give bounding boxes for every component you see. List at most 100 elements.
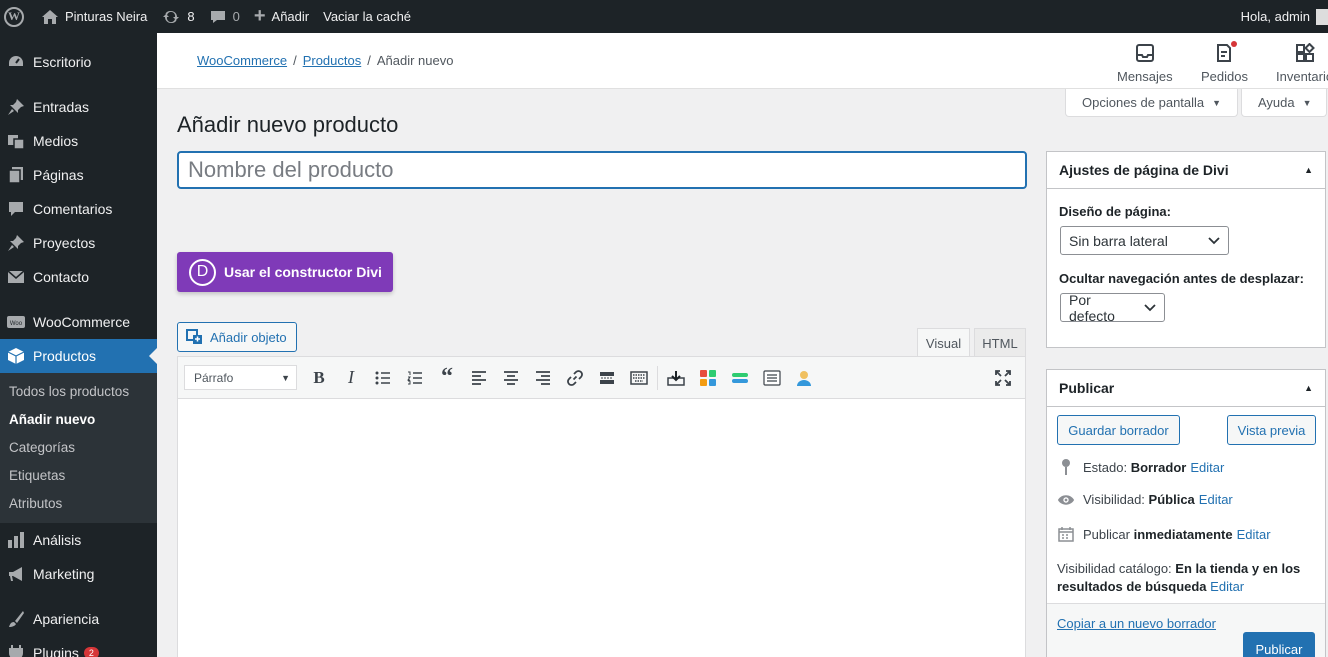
italic-button[interactable]: I <box>335 364 367 392</box>
submenu-todos-productos[interactable]: Todos los productos <box>0 377 157 405</box>
productos-submenu: Todos los productos Añadir nuevo Categor… <box>0 373 157 523</box>
edit-visibility-link[interactable]: Editar <box>1199 492 1233 507</box>
breadcrumb-current: Añadir nuevo <box>376 53 454 68</box>
messages-button[interactable]: Mensajes <box>1117 41 1173 84</box>
dashboard-icon <box>6 52 26 72</box>
menu-contacto[interactable]: Contacto <box>0 260 157 294</box>
divi-settings-header[interactable]: Ajustes de página de Divi ▲ <box>1047 152 1325 189</box>
menu-productos[interactable]: Productos <box>0 339 157 373</box>
menu-label: WooCommerce <box>33 314 130 330</box>
pages-icon <box>6 165 26 185</box>
divi-button-label: Usar el constructor Divi <box>224 264 382 280</box>
menu-label: Contacto <box>33 269 90 285</box>
copy-to-draft-link[interactable]: Copiar a un nuevo borrador <box>1057 616 1216 631</box>
save-draft-button[interactable]: Guardar borrador <box>1057 415 1180 445</box>
visibility-value: Pública <box>1148 492 1195 507</box>
page-title: Añadir nuevo producto <box>177 112 399 137</box>
divi-divider-button[interactable] <box>724 364 756 392</box>
new-content-link[interactable]: + Añadir <box>247 0 316 33</box>
comments-link[interactable]: 0 <box>202 0 247 33</box>
menu-entradas[interactable]: Entradas <box>0 90 157 124</box>
format-select[interactable]: Párrafo ▼ <box>184 365 297 390</box>
edit-schedule-link[interactable]: Editar <box>1237 527 1271 542</box>
bars-icon <box>732 372 748 383</box>
submenu-categorias[interactable]: Categorías <box>0 433 157 461</box>
bold-button[interactable]: B <box>303 364 335 392</box>
collapse-arrow-icon: ▲ <box>1304 165 1313 175</box>
menu-woocommerce[interactable]: Woo WooCommerce <box>0 305 157 339</box>
edit-catalog-link[interactable]: Editar <box>1210 579 1244 594</box>
orders-button[interactable]: Pedidos <box>1201 41 1248 84</box>
clear-cache-link[interactable]: Vaciar la caché <box>316 0 418 33</box>
blockquote-button[interactable]: “ <box>431 364 463 392</box>
upload-box-icon <box>667 370 685 386</box>
menu-escritorio[interactable]: Escritorio <box>0 45 157 79</box>
publish-button[interactable]: Publicar <box>1243 632 1315 657</box>
nav-select[interactable]: Por defecto <box>1060 292 1165 324</box>
pin-icon <box>6 233 26 253</box>
wordpress-icon: W <box>4 6 24 27</box>
woocommerce-header: WooCommerce / Productos / Añadir nuevo Mensa… <box>157 33 1328 89</box>
align-right-button[interactable] <box>527 364 559 392</box>
tab-visual[interactable]: Visual <box>917 328 970 357</box>
submenu-etiquetas[interactable]: Etiquetas <box>0 461 157 489</box>
site-name-link[interactable]: Pinturas Neira <box>31 0 154 33</box>
tab-html[interactable]: HTML <box>974 328 1026 357</box>
edit-status-link[interactable]: Editar <box>1190 460 1224 475</box>
divi-user-button[interactable] <box>788 364 820 392</box>
layout-select[interactable]: Sin barra lateral <box>1060 226 1229 255</box>
publish-header[interactable]: Publicar ▲ <box>1047 370 1325 407</box>
read-more-button[interactable] <box>591 364 623 392</box>
submenu-anadir-nuevo[interactable]: Añadir nuevo <box>0 405 157 433</box>
help-button[interactable]: Ayuda ▼ <box>1241 89 1327 117</box>
updates-link[interactable]: 8 <box>154 0 201 33</box>
divi-layout-button[interactable] <box>692 364 724 392</box>
status-value: Borrador <box>1130 459 1187 475</box>
publish-title: Publicar <box>1059 380 1115 396</box>
menu-label: Marketing <box>33 566 95 582</box>
menu-analisis[interactable]: Análisis <box>0 523 157 557</box>
my-account-link[interactable]: Hola, admin <box>1234 0 1328 33</box>
plus-icon: + <box>253 5 266 27</box>
expand-icon <box>995 370 1011 386</box>
menu-plugins[interactable]: Plugins 2 <box>0 636 157 657</box>
orders-label: Pedidos <box>1201 69 1248 84</box>
product-name-input[interactable] <box>177 151 1027 189</box>
wordpress-logo[interactable]: W <box>0 0 31 33</box>
add-media-button[interactable]: Añadir objeto <box>177 322 297 352</box>
menu-marketing[interactable]: Marketing <box>0 557 157 591</box>
insert-link-button[interactable] <box>559 364 591 392</box>
bullet-list-button[interactable] <box>367 364 399 392</box>
divi-shortcode-button[interactable] <box>660 364 692 392</box>
preview-button[interactable]: Vista previa <box>1227 415 1316 445</box>
fullscreen-button[interactable] <box>987 364 1019 392</box>
divi-tabs-button[interactable] <box>756 364 788 392</box>
updates-count: 8 <box>187 9 195 24</box>
keyboard-icon <box>630 370 648 385</box>
menu-paginas[interactable]: Páginas <box>0 158 157 192</box>
comments-icon <box>6 199 26 219</box>
clear-cache-label: Vaciar la caché <box>323 9 412 24</box>
calendar-icon <box>1057 526 1075 542</box>
menu-apariencia[interactable]: Apariencia <box>0 602 157 636</box>
list-box-icon <box>763 369 781 386</box>
use-divi-builder-button[interactable]: D Usar el constructor Divi <box>177 252 393 292</box>
submenu-atributos[interactable]: Atributos <box>0 489 157 517</box>
menu-medios[interactable]: Medios <box>0 124 157 158</box>
screen-options-button[interactable]: Opciones de pantalla ▼ <box>1065 89 1239 117</box>
numbered-list-button[interactable] <box>399 364 431 392</box>
nav-label: Ocultar navegación antes de desplazar: <box>1059 271 1304 286</box>
inventory-button[interactable]: Inventario <box>1276 41 1328 84</box>
admin-sidebar: Escritorio Entradas Medios Páginas Comen… <box>0 33 157 657</box>
align-left-button[interactable] <box>463 364 495 392</box>
toolbar-toggle-button[interactable] <box>623 364 655 392</box>
align-left-icon <box>472 370 486 385</box>
breadcrumb-productos[interactable]: Productos <box>303 53 362 68</box>
read-more-icon <box>600 371 614 384</box>
plugin-icon <box>6 643 26 657</box>
menu-proyectos[interactable]: Proyectos <box>0 226 157 260</box>
menu-comentarios[interactable]: Comentarios <box>0 192 157 226</box>
align-center-button[interactable] <box>495 364 527 392</box>
inventory-label: Inventario <box>1276 69 1328 84</box>
breadcrumb-woocommerce[interactable]: WooCommerce <box>197 53 287 68</box>
